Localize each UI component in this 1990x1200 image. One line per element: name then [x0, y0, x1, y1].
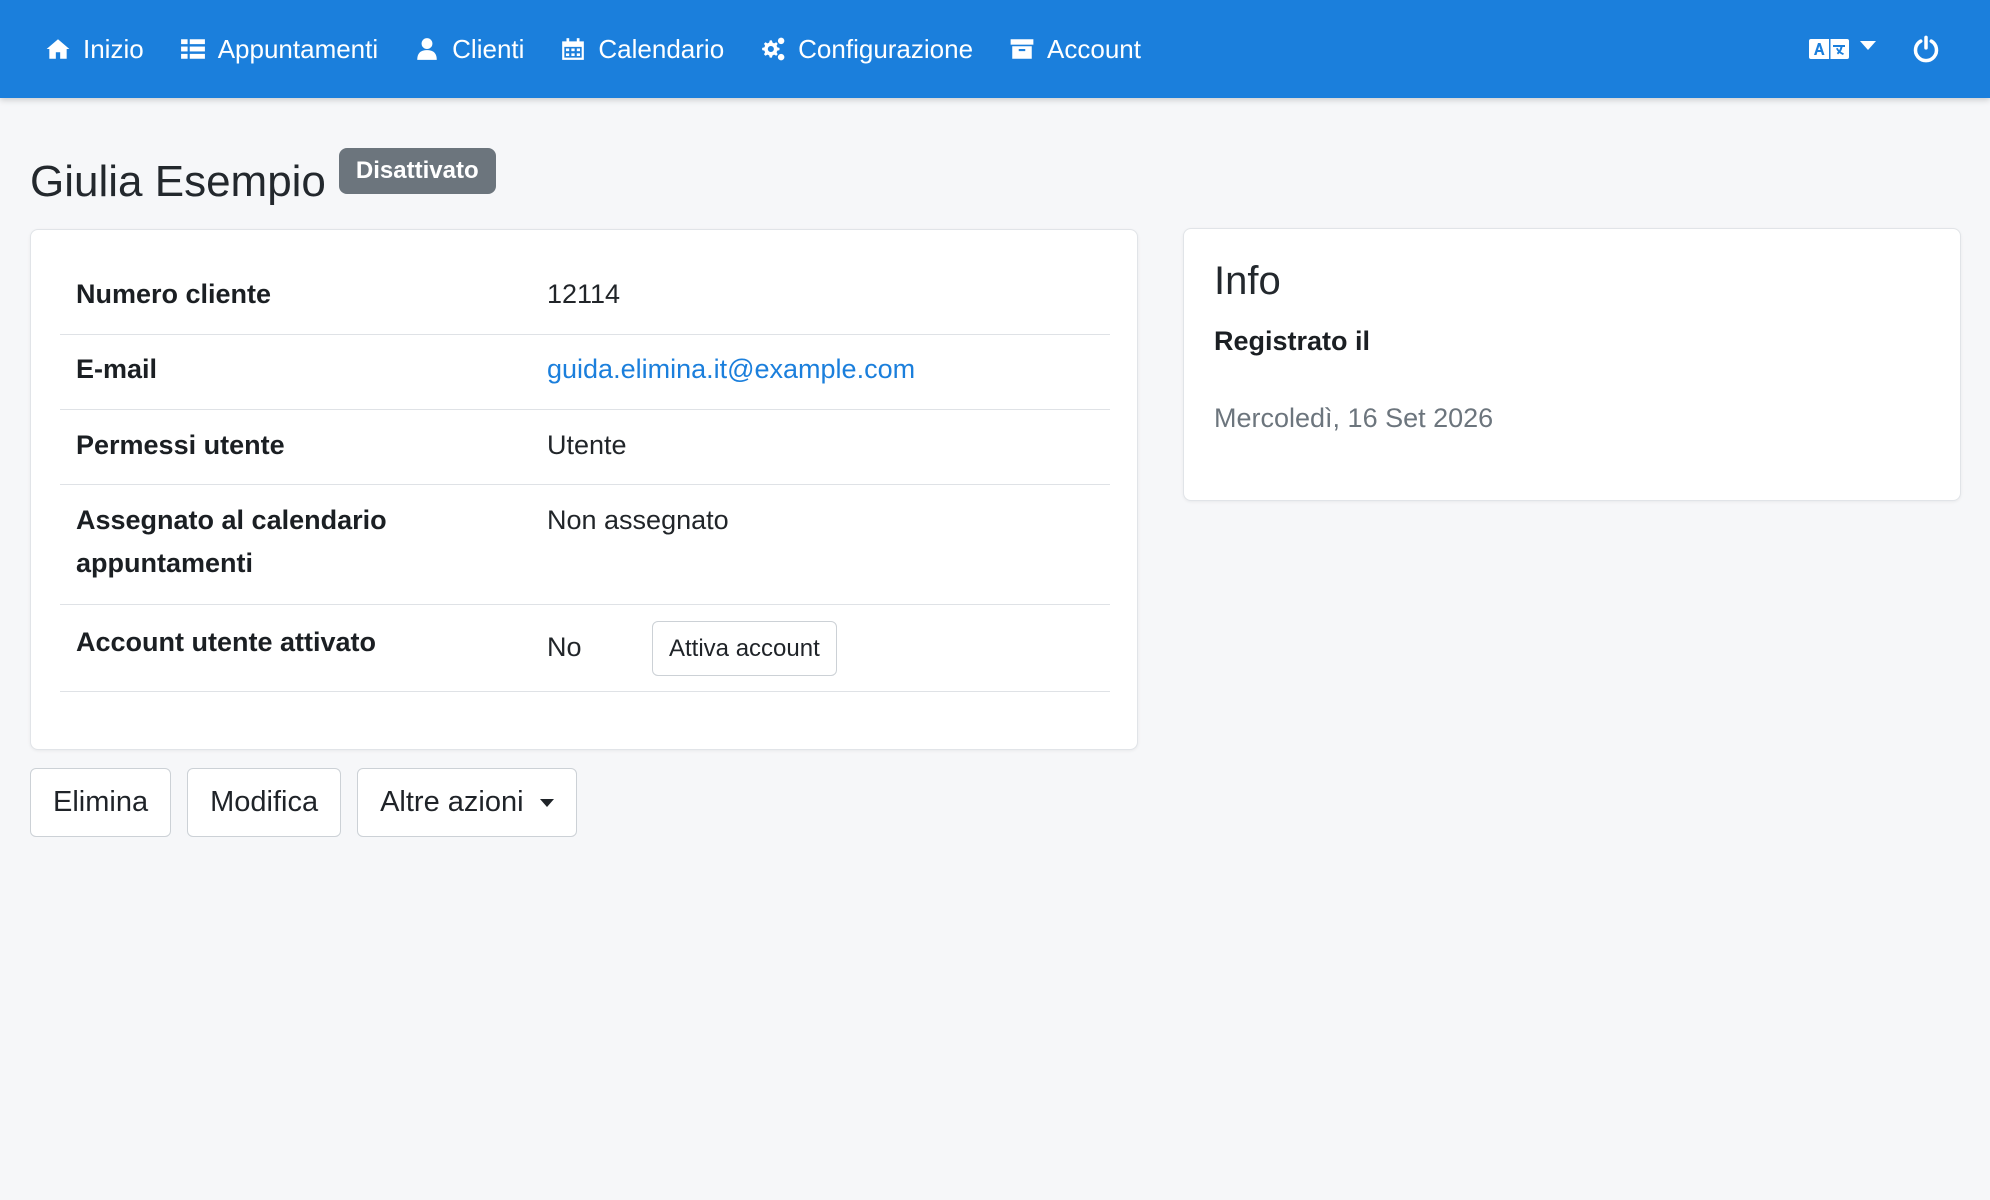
info-title: Info [1214, 259, 1281, 303]
detail-label: Numero cliente [76, 279, 272, 309]
home-icon [46, 39, 70, 59]
detail-row-permissions: Permessi utente Utente [60, 410, 1110, 485]
nav-item-label: Account [1047, 33, 1141, 64]
detail-row-account-activated: Account utente attivato No Attiva accoun… [60, 605, 1110, 692]
nav-item-calendario[interactable]: Calendario [560, 0, 724, 98]
nav-item-configurazione[interactable]: Configurazione [760, 0, 973, 98]
nav-right-tools [1808, 0, 1990, 98]
page-header: Giulia Esempio Disattivato [30, 148, 496, 204]
gears-icon [762, 37, 785, 61]
info-card: Info Registrato il Mercoledì, 16 Set 202… [1183, 228, 1961, 501]
customer-number-value: 12114 [547, 279, 621, 309]
detail-label: Permessi utente [76, 430, 285, 460]
detail-label: Account utente attivato [76, 627, 377, 657]
nav-menu: Inizio Appuntamenti Clienti Calendario C… [45, 0, 1177, 98]
activate-account-button[interactable]: Attiva account [652, 621, 837, 676]
delete-label: Elimina [53, 786, 149, 818]
permissions-value: Utente [547, 430, 627, 460]
registered-date: Mercoledì, 16 Set 2026 [1214, 403, 1494, 433]
nav-item-label: Configurazione [798, 33, 974, 64]
caret-down-icon [539, 798, 554, 807]
nav-item-account[interactable]: Account [1009, 0, 1141, 98]
user-icon [417, 38, 437, 60]
archive-icon [1010, 39, 1034, 59]
customer-details-card: Numero cliente 12114 E-mail guida.elimin… [30, 229, 1138, 750]
detail-row-email: E-mail guida.elimina.it@example.com [60, 335, 1110, 410]
status-badge: Disattivato [338, 148, 496, 194]
edit-button[interactable]: Modifica [187, 768, 342, 837]
nav-item-label: Inizio [83, 33, 144, 64]
top-navbar: Inizio Appuntamenti Clienti Calendario C… [0, 0, 1990, 98]
more-actions-label: Altre azioni [380, 786, 524, 818]
nav-item-label: Calendario [598, 33, 725, 64]
action-buttons: Elimina Modifica Altre azioni [30, 768, 593, 837]
list-icon [180, 39, 205, 59]
nav-item-inizio[interactable]: Inizio [45, 0, 144, 98]
page-title: Giulia Esempio [30, 157, 326, 206]
chevron-down-icon [1860, 40, 1876, 50]
edit-label: Modifica [210, 786, 319, 818]
delete-button[interactable]: Elimina [30, 768, 172, 837]
logout-button[interactable] [1912, 35, 1940, 63]
account-activated-value: No [547, 632, 582, 662]
detail-label: Assegnato al calendario appuntamenti [76, 505, 387, 578]
email-link[interactable]: guida.elimina.it@example.com [547, 348, 915, 391]
nav-item-appuntamenti[interactable]: Appuntamenti [180, 0, 378, 98]
more-actions-dropdown[interactable]: Altre azioni [357, 768, 577, 837]
nav-item-label: Clienti [452, 33, 525, 64]
power-icon [1913, 35, 1939, 63]
detail-row-customer-number: Numero cliente 12114 [60, 254, 1110, 335]
calendar-assignment-value: Non assegnato [547, 505, 729, 535]
detail-label: E-mail [76, 354, 158, 384]
nav-item-clienti[interactable]: Clienti [414, 0, 524, 98]
language-dropdown[interactable] [1808, 34, 1876, 64]
calendar-icon [562, 38, 585, 60]
detail-row-calendar-assignment: Assegnato al calendario appuntamenti Non… [60, 485, 1110, 605]
registered-label: Registrato il [1214, 326, 1371, 356]
language-icon [1809, 39, 1849, 59]
nav-item-label: Appuntamenti [217, 33, 379, 64]
